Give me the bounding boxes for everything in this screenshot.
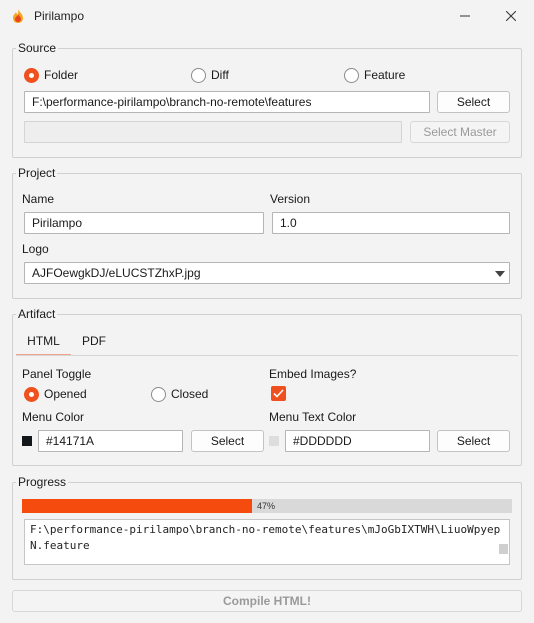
window-title: Pirilampo: [34, 9, 85, 23]
radio-label: Opened: [44, 387, 87, 401]
panel-radio-closed[interactable]: Closed: [151, 386, 208, 402]
radio-label: Diff: [211, 68, 229, 82]
project-version-input[interactable]: [272, 212, 510, 234]
panel-radio-opened[interactable]: Opened: [24, 386, 87, 402]
menu-color-label: Menu Color: [22, 410, 85, 424]
progress-log[interactable]: F:\performance-pirilampo\branch-no-remot…: [24, 519, 510, 565]
title-bar: Pirilampo: [0, 0, 534, 32]
logo-select-value: AJFOewgkDJ/eLUCSTZhxP.jpg: [32, 266, 201, 280]
menu-color-swatch: [22, 436, 32, 446]
radio-indicator: [24, 67, 39, 83]
logo-select[interactable]: AJFOewgkDJ/eLUCSTZhxP.jpg: [24, 262, 510, 284]
menu-color-select-button[interactable]: Select: [191, 430, 264, 452]
panel-toggle-label: Panel Toggle: [22, 367, 92, 381]
checkmark-icon: [273, 389, 284, 398]
minimize-button[interactable]: [442, 0, 488, 32]
radio-label: Feature: [364, 68, 406, 82]
radio-indicator: [191, 67, 206, 83]
menu-text-color-input[interactable]: [285, 430, 430, 452]
progress-bar-fill: [22, 499, 253, 513]
master-path-input[interactable]: [24, 121, 402, 143]
radio-label: Folder: [44, 68, 79, 82]
menu-text-color-swatch: [269, 436, 279, 446]
tab-pdf[interactable]: PDF: [74, 328, 114, 356]
chevron-down-icon: [495, 271, 505, 277]
version-label: Version: [270, 192, 311, 206]
tab-divider: [16, 355, 518, 356]
project-group-title: Project: [16, 166, 58, 180]
logo-label: Logo: [22, 242, 49, 256]
progress-percent: 47%: [257, 501, 276, 511]
compile-button[interactable]: Compile HTML!: [12, 590, 522, 612]
radio-label: Closed: [171, 387, 209, 401]
close-button[interactable]: [488, 0, 534, 32]
embed-images-label: Embed Images?: [269, 367, 357, 381]
project-name-input[interactable]: [24, 212, 264, 234]
select-master-button[interactable]: Select Master: [410, 121, 510, 143]
radio-indicator: [151, 386, 166, 402]
source-radio-feature[interactable]: Feature: [344, 67, 405, 83]
close-icon: [506, 11, 516, 21]
source-select-button[interactable]: Select: [437, 91, 510, 113]
source-path-input[interactable]: [24, 91, 430, 113]
source-radio-folder[interactable]: Folder: [24, 67, 78, 83]
log-scrollbar[interactable]: [499, 544, 508, 554]
radio-indicator: [24, 386, 39, 402]
app-flame-icon: [13, 9, 23, 23]
embed-images-checkbox[interactable]: [271, 386, 286, 401]
menu-color-input[interactable]: [38, 430, 183, 452]
menu-text-color-select-button[interactable]: Select: [437, 430, 510, 452]
progress-group-title: Progress: [16, 475, 69, 489]
tab-html[interactable]: HTML: [16, 328, 71, 356]
source-group-title: Source: [16, 41, 59, 55]
menu-text-color-label: Menu Text Color: [269, 410, 357, 424]
name-label: Name: [22, 192, 55, 206]
minimize-icon: [460, 15, 470, 17]
source-radio-diff[interactable]: Diff: [191, 67, 229, 83]
artifact-group-title: Artifact: [16, 307, 58, 321]
radio-indicator: [344, 67, 359, 83]
